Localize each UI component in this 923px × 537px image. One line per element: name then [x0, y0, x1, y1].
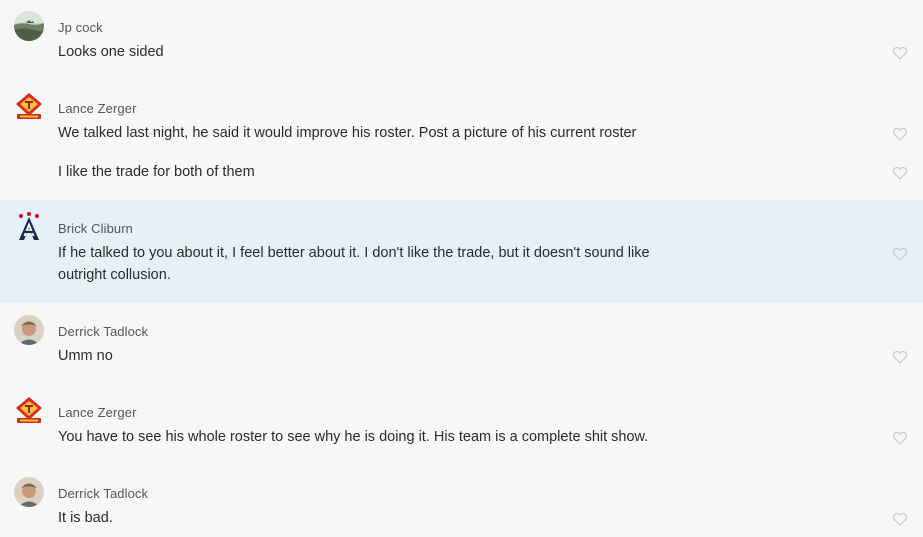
heart-outline-icon[interactable]	[892, 126, 908, 142]
message-text: I like the trade for both of them	[58, 164, 255, 180]
blue-a-logo-avatar[interactable]	[14, 211, 44, 241]
author-name: Derrick Tadlock	[58, 324, 149, 339]
person-photo-avatar[interactable]	[14, 477, 44, 507]
message-group-highlighted: Brick Cliburn If he talked to you about …	[0, 200, 923, 303]
heart-outline-icon[interactable]	[892, 349, 908, 365]
message-text: It is bad.	[58, 510, 113, 526]
heart-outline-icon[interactable]	[892, 246, 908, 262]
author-name: Brick Cliburn	[58, 221, 133, 236]
heart-outline-icon[interactable]	[892, 511, 908, 527]
message-text: Looks one sided	[58, 44, 164, 60]
message-group: Derrick Tadlock It is bad.	[0, 465, 923, 537]
message-group: Jp cock Looks one sided	[0, 0, 923, 80]
message-group: Derrick Tadlock Umm no	[0, 303, 923, 383]
message-text: If he talked to you about it, I feel bet…	[58, 245, 650, 283]
author-name: Derrick Tadlock	[58, 486, 149, 501]
red-team-logo-avatar[interactable]	[14, 396, 44, 426]
landscape-photo-avatar[interactable]	[14, 11, 44, 41]
red-team-logo-avatar[interactable]	[14, 92, 44, 122]
heart-outline-icon[interactable]	[892, 45, 908, 61]
author-name: Lance Zerger	[58, 101, 137, 116]
message-text: Umm no	[58, 348, 113, 364]
message-group: Lance Zerger We talked last night, he sa…	[0, 80, 923, 200]
message-text: We talked last night, he said it would i…	[58, 125, 637, 141]
author-name: Jp cock	[58, 20, 103, 35]
message-thread: Jp cock Looks one sided Lance Zerger We …	[0, 0, 923, 537]
message-group: Lance Zerger You have to see his whole r…	[0, 384, 923, 465]
person-photo-avatar[interactable]	[14, 315, 44, 345]
heart-outline-icon[interactable]	[892, 430, 908, 446]
heart-outline-icon[interactable]	[892, 165, 908, 181]
message-text: You have to see his whole roster to see …	[58, 429, 649, 445]
author-name: Lance Zerger	[58, 405, 137, 420]
